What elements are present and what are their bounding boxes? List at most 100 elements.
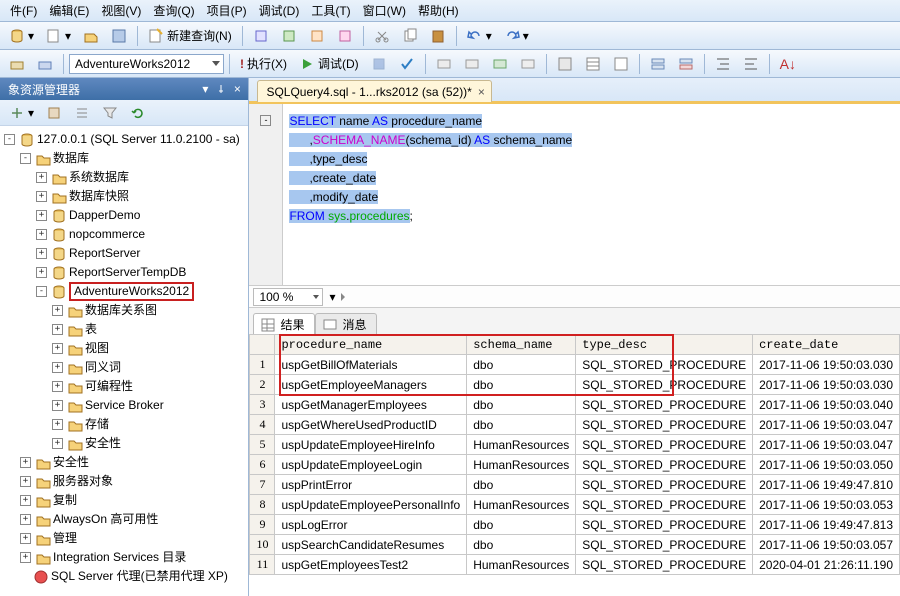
- tb-btn[interactable]: [645, 53, 671, 75]
- tree-item[interactable]: Service Broker: [85, 398, 164, 414]
- tab-close-button[interactable]: ×: [478, 85, 485, 99]
- toolbar-btn[interactable]: ▾: [41, 25, 76, 47]
- table-row[interactable]: 3uspGetManagerEmployeesdboSQL_STORED_PRO…: [250, 395, 900, 415]
- column-header[interactable]: type_desc: [576, 335, 753, 355]
- table-cell[interactable]: SQL_STORED_PROCEDURE: [576, 415, 753, 435]
- table-cell[interactable]: uspGetManagerEmployees: [275, 395, 467, 415]
- copy-button[interactable]: [397, 25, 423, 47]
- table-cell[interactable]: HumanResources: [467, 435, 576, 455]
- table-cell[interactable]: 11: [250, 555, 275, 575]
- table-cell[interactable]: dbo: [467, 475, 576, 495]
- table-cell[interactable]: 5: [250, 435, 275, 455]
- results-table[interactable]: procedure_nameschema_nametype_desccreate…: [249, 334, 900, 575]
- undo-button[interactable]: ▾: [462, 25, 497, 47]
- table-cell[interactable]: uspGetWhereUsedProductID: [275, 415, 467, 435]
- cut-button[interactable]: [369, 25, 395, 47]
- tree-item[interactable]: 可编程性: [85, 379, 133, 395]
- new-query-button[interactable]: 新建查询(N): [143, 24, 237, 47]
- table-cell[interactable]: dbo: [467, 395, 576, 415]
- table-row[interactable]: 6uspUpdateEmployeeLoginHumanResourcesSQL…: [250, 455, 900, 475]
- table-cell[interactable]: 2017-11-06 19:49:47.810: [753, 475, 900, 495]
- tree-item[interactable]: 数据库快照: [69, 189, 129, 205]
- database-dropdown[interactable]: AdventureWorks2012: [69, 54, 224, 74]
- parse-button[interactable]: [394, 53, 420, 75]
- table-cell[interactable]: SQL_STORED_PROCEDURE: [576, 395, 753, 415]
- tb-btn[interactable]: [673, 53, 699, 75]
- tree-item[interactable]: 同义词: [85, 360, 121, 376]
- tb-btn[interactable]: [515, 53, 541, 75]
- table-cell[interactable]: 2017-11-06 19:50:03.057: [753, 535, 900, 555]
- table-cell[interactable]: 2017-11-06 19:50:03.047: [753, 435, 900, 455]
- tb-btn[interactable]: [608, 53, 634, 75]
- table-row[interactable]: 10uspSearchCandidateResumesdboSQL_STORED…: [250, 535, 900, 555]
- table-cell[interactable]: 8: [250, 495, 275, 515]
- table-row[interactable]: 5uspUpdateEmployeeHireInfoHumanResources…: [250, 435, 900, 455]
- tree-item[interactable]: ReportServer: [69, 246, 140, 262]
- table-cell[interactable]: HumanResources: [467, 555, 576, 575]
- tree-item[interactable]: DapperDemo: [69, 208, 140, 224]
- table-cell[interactable]: uspUpdateEmployeeHireInfo: [275, 435, 467, 455]
- tree-item[interactable]: 安全性: [53, 455, 89, 471]
- table-cell[interactable]: SQL_STORED_PROCEDURE: [576, 375, 753, 395]
- redo-button[interactable]: ▾: [499, 25, 534, 47]
- toolbar-btn[interactable]: ▾: [4, 25, 39, 47]
- table-cell[interactable]: 7: [250, 475, 275, 495]
- stop-button[interactable]: [366, 53, 392, 75]
- table-cell[interactable]: 1: [250, 355, 275, 375]
- table-cell[interactable]: 2017-11-06 19:50:03.030: [753, 375, 900, 395]
- table-cell[interactable]: HumanResources: [467, 455, 576, 475]
- table-cell[interactable]: 2020-04-01 21:26:11.190: [753, 555, 900, 575]
- code-text[interactable]: SELECT name AS procedure_name ,SCHEMA_NA…: [283, 104, 900, 285]
- table-cell[interactable]: SQL_STORED_PROCEDURE: [576, 555, 753, 575]
- tree-item[interactable]: 系统数据库: [69, 170, 129, 186]
- sql-editor[interactable]: - SELECT name AS procedure_name ,SCHEMA_…: [249, 104, 900, 286]
- menu-window[interactable]: 窗口(W): [357, 0, 412, 21]
- column-header[interactable]: schema_name: [467, 335, 576, 355]
- debug-button[interactable]: 调试(D): [294, 52, 364, 75]
- tb-btn[interactable]: [69, 102, 95, 124]
- table-cell[interactable]: 9: [250, 515, 275, 535]
- tb-btn[interactable]: [487, 53, 513, 75]
- tab-results[interactable]: 结果: [253, 313, 315, 335]
- toolbar-btn[interactable]: [106, 25, 132, 47]
- table-cell[interactable]: 2017-11-06 19:50:03.053: [753, 495, 900, 515]
- tree-item[interactable]: 表: [85, 322, 97, 338]
- table-cell[interactable]: dbo: [467, 375, 576, 395]
- table-cell[interactable]: dbo: [467, 415, 576, 435]
- menu-debug[interactable]: 调试(D): [253, 0, 306, 21]
- tree-item[interactable]: 存储: [85, 417, 109, 433]
- table-cell[interactable]: 2017-11-06 19:50:03.040: [753, 395, 900, 415]
- table-cell[interactable]: uspUpdateEmployeePersonalInfo: [275, 495, 467, 515]
- table-cell[interactable]: SQL_STORED_PROCEDURE: [576, 495, 753, 515]
- table-cell[interactable]: uspLogError: [275, 515, 467, 535]
- table-cell[interactable]: uspUpdateEmployeeLogin: [275, 455, 467, 475]
- table-cell[interactable]: HumanResources: [467, 495, 576, 515]
- table-cell[interactable]: SQL_STORED_PROCEDURE: [576, 435, 753, 455]
- column-header[interactable]: [250, 335, 275, 355]
- results-grid[interactable]: procedure_nameschema_nametype_desccreate…: [249, 334, 900, 596]
- table-cell[interactable]: 10: [250, 535, 275, 555]
- tree-item[interactable]: AlwaysOn 高可用性: [53, 512, 158, 528]
- menu-project[interactable]: 项目(P): [201, 0, 253, 21]
- tree-server[interactable]: 127.0.0.1 (SQL Server 11.0.2100 - sa): [37, 132, 240, 148]
- sql-file-tab[interactable]: SQLQuery4.sql - 1...rks2012 (sa (52))* ×: [257, 80, 491, 102]
- panel-pin-button[interactable]: [214, 82, 228, 96]
- refresh-button[interactable]: [125, 102, 151, 124]
- column-header[interactable]: create_date: [753, 335, 900, 355]
- table-row[interactable]: 7uspPrintErrordboSQL_STORED_PROCEDURE201…: [250, 475, 900, 495]
- indent-button[interactable]: [710, 53, 736, 75]
- column-header[interactable]: procedure_name: [275, 335, 467, 355]
- table-cell[interactable]: dbo: [467, 535, 576, 555]
- table-cell[interactable]: uspGetEmployeesTest2: [275, 555, 467, 575]
- table-cell[interactable]: 3: [250, 395, 275, 415]
- table-cell[interactable]: uspGetEmployeeManagers: [275, 375, 467, 395]
- table-row[interactable]: 4uspGetWhereUsedProductIDdboSQL_STORED_P…: [250, 415, 900, 435]
- menu-edit[interactable]: 编辑(E): [43, 0, 95, 21]
- tree-item[interactable]: 复制: [53, 493, 77, 509]
- table-cell[interactable]: 2017-11-06 19:50:03.047: [753, 415, 900, 435]
- paste-button[interactable]: [425, 25, 451, 47]
- table-cell[interactable]: SQL_STORED_PROCEDURE: [576, 515, 753, 535]
- tb-btn[interactable]: [304, 25, 330, 47]
- table-cell[interactable]: 2017-11-06 19:50:03.030: [753, 355, 900, 375]
- tb-btn[interactable]: [32, 53, 58, 75]
